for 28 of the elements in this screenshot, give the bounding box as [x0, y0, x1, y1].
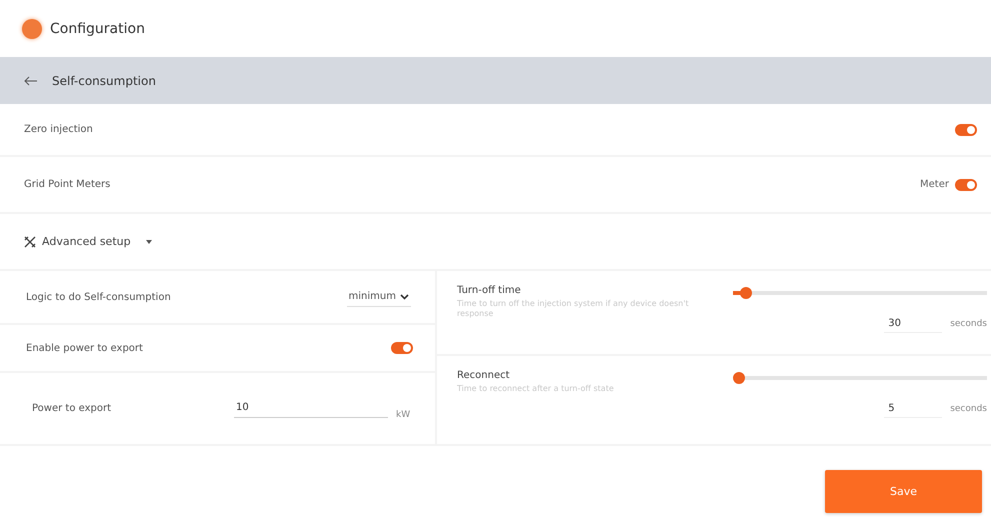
back-arrow-icon[interactable] [24, 76, 38, 86]
caret-icon[interactable] [144, 238, 153, 244]
setting-label: Enable power to export [26, 342, 143, 354]
unit-label: seconds [950, 319, 987, 329]
logo-icon [22, 18, 42, 38]
slider-thumb[interactable] [733, 372, 745, 384]
toggle-switch[interactable] [955, 178, 977, 190]
unit-label: seconds [950, 404, 987, 414]
setting-label: Power to export [31, 402, 112, 414]
tools-icon [24, 236, 36, 248]
unit-label: kW [396, 410, 410, 420]
setting-label: Zero injection [24, 124, 93, 135]
section-title: Self-consumption [52, 74, 156, 88]
setting-label: Turn-off time [457, 285, 522, 296]
seconds-input[interactable]: 5 [884, 400, 942, 418]
slider-thumb[interactable] [740, 287, 752, 299]
setting-label: Reconnect [457, 370, 511, 381]
setting-label: Logic to do Self-consumption [26, 292, 171, 302]
logic-dropdown[interactable]: minimum [346, 287, 411, 307]
page-title: Configuration [50, 20, 145, 36]
toggle-label: Meter [920, 179, 949, 190]
chevron-down-icon[interactable] [400, 294, 409, 300]
power-input[interactable]: 10 [234, 398, 388, 418]
setting-label: Grid Point Meters [24, 179, 110, 190]
advanced-setup-toggle[interactable]: Advanced setup [42, 235, 131, 248]
seconds-input[interactable]: 30 [884, 315, 942, 333]
toggle-switch[interactable] [955, 124, 977, 136]
toggle-switch[interactable] [391, 342, 413, 354]
